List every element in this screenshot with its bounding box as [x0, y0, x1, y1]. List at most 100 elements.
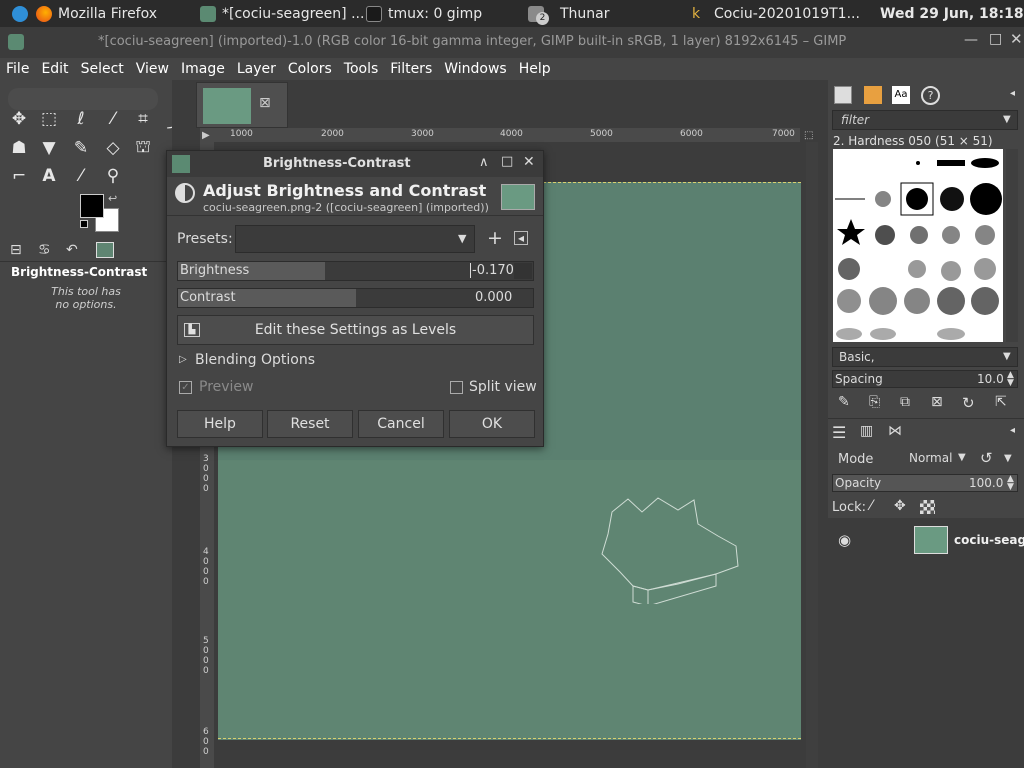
- dialog-titlebar[interactable]: Brightness-Contrast ∧ □ ✕: [167, 151, 543, 177]
- brightness-slider[interactable]: Brightness -0.170: [177, 261, 534, 281]
- lock-alpha-icon[interactable]: [920, 500, 935, 514]
- tool-options-tab-icon[interactable]: ⊟: [10, 242, 22, 258]
- images-tab-icon[interactable]: [96, 242, 114, 258]
- duplicate-brush-icon[interactable]: ⧉: [900, 394, 910, 410]
- spacing-value[interactable]: 10.0: [977, 372, 1004, 386]
- menu-colors[interactable]: Colors: [282, 58, 338, 80]
- dock-menu-icon[interactable]: ◂: [1010, 425, 1015, 436]
- swap-colors-icon[interactable]: ↩: [108, 192, 117, 205]
- paths-tool-icon[interactable]: ⌐: [8, 165, 30, 187]
- presets-dropdown[interactable]: ▼: [235, 225, 475, 253]
- menu-edit[interactable]: Edit: [35, 58, 74, 80]
- taskbar-item-thunar[interactable]: 2 Thunar: [528, 0, 610, 27]
- minimize-icon[interactable]: —: [964, 32, 978, 48]
- layers-tab-icon[interactable]: ☰: [832, 423, 846, 442]
- channels-tab-icon[interactable]: ▥: [860, 423, 873, 439]
- move-tool-icon[interactable]: ✥: [8, 108, 30, 130]
- brush-filter-input[interactable]: filter ▼: [832, 110, 1018, 130]
- dock-menu-icon[interactable]: ◂: [1010, 88, 1015, 99]
- eye-icon[interactable]: ◉: [838, 531, 851, 549]
- close-image-tab-icon[interactable]: ⊠: [259, 95, 271, 111]
- menu-layer[interactable]: Layer: [231, 58, 282, 80]
- undo-history-tab-icon[interactable]: ↶: [66, 242, 78, 258]
- text-tool-icon[interactable]: A: [38, 165, 60, 187]
- fuzzy-select-tool-icon[interactable]: ⁄: [102, 108, 124, 130]
- foreground-color-swatch[interactable]: [80, 194, 104, 218]
- paintbrush-icon[interactable]: ✎: [70, 137, 92, 159]
- menu-filters[interactable]: Filters: [384, 58, 438, 80]
- brightness-spinner[interactable]: [514, 263, 532, 279]
- spacing-slider[interactable]: Spacing 10.0 ▲ ▼: [832, 370, 1018, 388]
- rect-select-tool-icon[interactable]: ⬚: [38, 108, 60, 130]
- default-colors-icon[interactable]: [80, 220, 88, 228]
- menu-launcher[interactable]: [12, 0, 28, 27]
- cancel-button[interactable]: Cancel: [358, 410, 444, 438]
- ok-button[interactable]: OK: [449, 410, 535, 438]
- lock-position-icon[interactable]: ✥: [894, 498, 906, 514]
- menu-select[interactable]: Select: [75, 58, 130, 80]
- spacing-spinner-icon[interactable]: ▲ ▼: [1007, 371, 1014, 388]
- help-button[interactable]: Help: [177, 410, 263, 438]
- patterns-tab-icon[interactable]: [864, 86, 882, 104]
- taskbar-item-firefox[interactable]: Mozilla Firefox: [36, 0, 157, 27]
- lock-pixels-icon[interactable]: ⁄: [870, 498, 872, 514]
- preview-checkbox[interactable]: ✓: [179, 381, 192, 394]
- menu-windows[interactable]: Windows: [438, 58, 513, 80]
- maximize-icon[interactable]: □: [989, 31, 1002, 47]
- new-brush-icon[interactable]: ⎘: [869, 394, 880, 410]
- brushes-tab-icon[interactable]: [834, 86, 852, 104]
- warp-tool-icon[interactable]: ☗: [8, 137, 30, 159]
- menu-file[interactable]: File: [0, 58, 35, 80]
- close-icon[interactable]: ✕: [1010, 30, 1023, 48]
- device-status-tab-icon[interactable]: ♋: [38, 242, 51, 258]
- dialog-maximize-icon[interactable]: □: [501, 154, 513, 169]
- add-preset-icon[interactable]: +: [487, 227, 503, 249]
- chevron-down-icon[interactable]: ▼: [1004, 453, 1012, 464]
- expander-arrow-icon[interactable]: ▷: [179, 354, 187, 365]
- reset-button[interactable]: Reset: [267, 410, 353, 438]
- delete-brush-icon[interactable]: ⊠: [931, 394, 943, 410]
- zoom-lock-icon[interactable]: ⬚: [804, 130, 813, 141]
- opacity-slider[interactable]: Opacity 100.0 ▲ ▼: [832, 474, 1018, 492]
- edit-as-levels-button[interactable]: ▙ Edit these Settings as Levels: [177, 315, 534, 345]
- help-tab-icon[interactable]: ?: [921, 86, 940, 105]
- menu-help[interactable]: Help: [513, 58, 557, 80]
- taskbar-item-tmux[interactable]: tmux: 0 gimp: [366, 0, 482, 27]
- blending-options-expander[interactable]: Blending Options: [195, 352, 315, 368]
- taskbar-item-cociu[interactable]: k Cociu-20201019T1...: [692, 0, 860, 27]
- layer-row[interactable]: ◉ cociu-seag: [828, 522, 1024, 558]
- taskbar-item-gimp[interactable]: *[cociu-seagreen] ...: [200, 0, 364, 27]
- brush-tag-select[interactable]: Basic, ▼: [832, 347, 1018, 367]
- brush-grid[interactable]: [833, 149, 1003, 342]
- brush-grid-scrollbar[interactable]: [1006, 149, 1018, 342]
- image-tab[interactable]: ⊠: [196, 82, 288, 128]
- menu-view[interactable]: View: [130, 58, 175, 80]
- edit-brush-icon[interactable]: ✎: [838, 394, 850, 410]
- dialog-collapse-icon[interactable]: ∧: [479, 155, 489, 170]
- brightness-value[interactable]: -0.170: [470, 263, 514, 278]
- opacity-spinner-icon[interactable]: ▲ ▼: [1007, 475, 1014, 492]
- menu-image[interactable]: Image: [175, 58, 231, 80]
- contrast-value[interactable]: 0.000: [475, 290, 512, 305]
- mode-switch-icon[interactable]: ↺: [980, 449, 993, 467]
- vertical-scrollbar[interactable]: [806, 142, 818, 768]
- zoom-tool-icon[interactable]: ⚲: [102, 165, 124, 187]
- refresh-brushes-icon[interactable]: ↻: [962, 394, 975, 412]
- menu-tools[interactable]: Tools: [338, 58, 385, 80]
- crop-tool-icon[interactable]: ⌗: [132, 108, 154, 130]
- dialog-close-icon[interactable]: ✕: [523, 154, 535, 170]
- opacity-value[interactable]: 100.0: [969, 476, 1003, 490]
- split-view-checkbox[interactable]: [450, 381, 463, 394]
- fonts-tab-icon[interactable]: Aa: [892, 86, 910, 104]
- lasso-tool-icon[interactable]: ℓ: [70, 108, 92, 130]
- layer-mode-select[interactable]: Normal ▼: [904, 448, 972, 470]
- bucket-fill-icon[interactable]: ▼: [38, 137, 60, 159]
- preset-menu-icon[interactable]: ◂: [514, 231, 528, 245]
- open-brush-as-image-icon[interactable]: ⇱: [995, 394, 1007, 410]
- quick-mask-corner-icon[interactable]: ▶: [202, 130, 210, 141]
- paths-tab-icon[interactable]: ⋈: [888, 423, 902, 439]
- clone-tool-icon[interactable]: ⛫: [132, 137, 154, 159]
- contrast-slider[interactable]: Contrast 0.000: [177, 288, 534, 308]
- eraser-icon[interactable]: ◇: [102, 137, 124, 159]
- color-picker-icon[interactable]: ⁄: [70, 165, 92, 187]
